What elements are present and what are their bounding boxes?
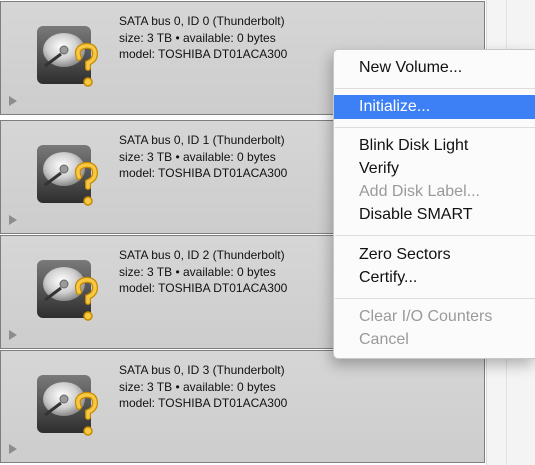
menu-item-zero-sectors[interactable]: Zero Sectors <box>334 243 535 267</box>
disk-size: size: 3 TB • available: 0 bytes <box>119 30 276 45</box>
disk-info: SATA bus 0, ID 2 (Thunderbolt) size: 3 T… <box>119 247 287 297</box>
disk-size: size: 3 TB • available: 0 bytes <box>119 149 276 164</box>
context-menu: New Volume... Initialize... Blink Disk L… <box>333 49 535 359</box>
disk-info: SATA bus 0, ID 3 (Thunderbolt) size: 3 T… <box>119 362 287 412</box>
disclosure-triangle-icon[interactable] <box>9 215 17 225</box>
menu-item-cancel: Cancel <box>359 331 409 348</box>
disk-model: model: TOSHIBA DT01ACA300 <box>119 281 288 295</box>
disk-bus: SATA bus 0, ID 1 (Thunderbolt) <box>119 133 285 147</box>
disk-bus: SATA bus 0, ID 0 (Thunderbolt) <box>119 14 285 28</box>
menu-item-add-disk-label: Add Disk Label... <box>359 183 480 200</box>
disk-size: size: 3 TB • available: 0 bytes <box>119 264 276 279</box>
disclosure-triangle-icon[interactable] <box>9 96 17 106</box>
disk-model: model: TOSHIBA DT01ACA300 <box>119 166 288 180</box>
disk-info: SATA bus 0, ID 1 (Thunderbolt) size: 3 T… <box>119 132 287 182</box>
menu-item-blink-disk-light[interactable]: Blink Disk Light <box>334 134 535 158</box>
menu-item-clear-io-counters: Clear I/O Counters <box>359 308 493 325</box>
disclosure-triangle-icon[interactable] <box>9 444 17 454</box>
disk-size: size: 3 TB • available: 0 bytes <box>119 379 276 394</box>
disclosure-triangle-icon[interactable] <box>9 330 17 340</box>
disk-model: model: TOSHIBA DT01ACA300 <box>119 47 288 61</box>
menu-separator <box>335 127 535 128</box>
menu-item-certify[interactable]: Certify... <box>334 266 535 290</box>
disk-row[interactable]: SATA bus 0, ID 3 (Thunderbolt) size: 3 T… <box>0 350 485 463</box>
hard-drive-unknown-icon <box>37 375 99 436</box>
disk-bus: SATA bus 0, ID 3 (Thunderbolt) <box>119 363 285 377</box>
menu-separator <box>335 235 535 236</box>
menu-item-new-volume[interactable]: New Volume... <box>334 56 535 80</box>
menu-separator <box>335 298 535 299</box>
hard-drive-unknown-icon <box>37 260 99 321</box>
disk-info: SATA bus 0, ID 0 (Thunderbolt) size: 3 T… <box>119 13 287 63</box>
menu-item-disable-smart[interactable]: Disable SMART <box>334 203 535 227</box>
menu-separator <box>335 88 535 89</box>
hard-drive-unknown-icon <box>37 145 99 206</box>
disk-model: model: TOSHIBA DT01ACA300 <box>119 396 288 410</box>
menu-item-initialize[interactable]: Initialize... <box>334 95 535 119</box>
menu-item-verify[interactable]: Verify <box>334 157 535 181</box>
hard-drive-unknown-icon <box>37 26 99 87</box>
disk-bus: SATA bus 0, ID 2 (Thunderbolt) <box>119 248 285 262</box>
